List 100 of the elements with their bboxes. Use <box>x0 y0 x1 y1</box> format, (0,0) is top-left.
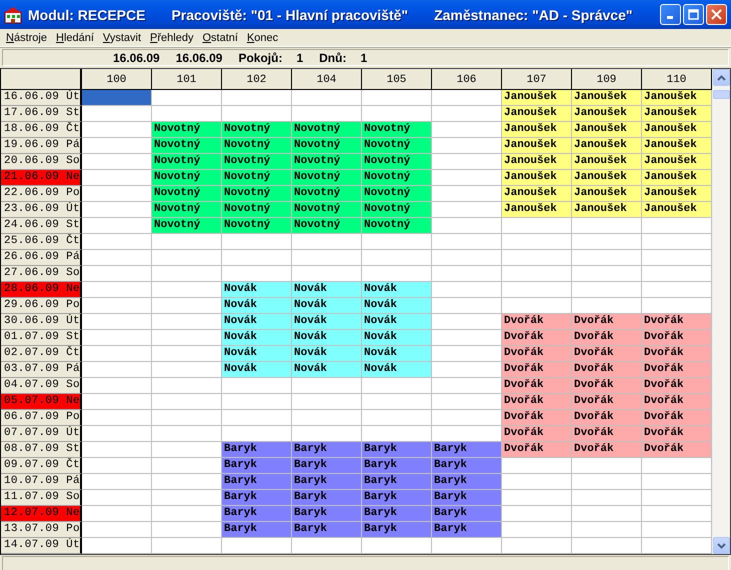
booking-cell[interactable]: Novotný <box>222 218 292 234</box>
table-cell[interactable] <box>362 394 432 410</box>
table-cell[interactable] <box>432 234 502 250</box>
table-cell[interactable] <box>82 506 152 522</box>
booking-cell[interactable]: Novotný <box>292 138 362 154</box>
table-cell[interactable] <box>502 538 572 554</box>
booking-cell[interactable]: Janoušek <box>502 122 572 138</box>
booking-cell[interactable]: Dvořák <box>572 442 642 458</box>
table-cell[interactable] <box>82 410 152 426</box>
booking-cell[interactable]: Novotný <box>292 218 362 234</box>
table-cell[interactable] <box>82 538 152 554</box>
booking-cell[interactable]: Novák <box>292 298 362 314</box>
booking-cell[interactable]: Novotný <box>292 122 362 138</box>
table-cell[interactable] <box>82 298 152 314</box>
booking-cell[interactable]: Dvořák <box>572 330 642 346</box>
booking-cell[interactable]: Janoušek <box>642 202 712 218</box>
booking-cell[interactable]: Dvořák <box>642 314 712 330</box>
booking-cell[interactable]: Janoušek <box>502 202 572 218</box>
booking-cell[interactable]: Novotný <box>152 186 222 202</box>
table-cell[interactable] <box>82 234 152 250</box>
booking-cell[interactable]: Baryk <box>222 522 292 538</box>
scroll-up-button[interactable] <box>713 69 730 86</box>
table-cell[interactable] <box>152 426 222 442</box>
booking-cell[interactable]: Janoušek <box>502 154 572 170</box>
booking-cell[interactable]: Janoušek <box>572 106 642 122</box>
booking-cell[interactable]: Dvořák <box>572 378 642 394</box>
booking-cell[interactable]: Janoušek <box>502 170 572 186</box>
scroll-down-button[interactable] <box>713 537 730 554</box>
table-cell[interactable] <box>82 394 152 410</box>
booking-cell[interactable]: Novotný <box>222 202 292 218</box>
booking-cell[interactable]: Novák <box>292 282 362 298</box>
table-cell[interactable] <box>152 266 222 282</box>
table-cell[interactable] <box>82 282 152 298</box>
table-cell[interactable] <box>292 234 362 250</box>
booking-cell[interactable]: Novák <box>222 330 292 346</box>
menu-item[interactable]: Ostatní <box>198 32 243 44</box>
table-cell[interactable] <box>432 298 502 314</box>
booking-cell[interactable]: Novotný <box>152 154 222 170</box>
table-cell[interactable] <box>152 394 222 410</box>
booking-cell[interactable]: Dvořák <box>642 442 712 458</box>
table-cell[interactable] <box>152 538 222 554</box>
table-cell[interactable] <box>292 378 362 394</box>
menu-item[interactable]: Konec <box>242 32 284 44</box>
booking-cell[interactable]: Baryk <box>432 474 502 490</box>
booking-cell[interactable]: Novák <box>222 282 292 298</box>
booking-cell[interactable]: Novotný <box>152 170 222 186</box>
booking-cell[interactable]: Dvořák <box>502 330 572 346</box>
booking-cell[interactable]: Baryk <box>292 458 362 474</box>
booking-cell[interactable]: Janoušek <box>642 122 712 138</box>
booking-cell[interactable]: Janoušek <box>502 186 572 202</box>
booking-cell[interactable]: Novotný <box>222 186 292 202</box>
table-cell[interactable] <box>432 282 502 298</box>
booking-cell[interactable]: Dvořák <box>502 378 572 394</box>
table-cell[interactable] <box>572 522 642 538</box>
table-cell[interactable] <box>82 250 152 266</box>
booking-cell[interactable]: Novotný <box>362 186 432 202</box>
table-cell[interactable] <box>82 266 152 282</box>
close-button[interactable] <box>706 4 727 25</box>
booking-cell[interactable]: Dvořák <box>572 362 642 378</box>
booking-cell[interactable]: Baryk <box>432 490 502 506</box>
booking-cell[interactable]: Novotný <box>292 186 362 202</box>
booking-cell[interactable]: Dvořák <box>502 442 572 458</box>
table-cell[interactable] <box>572 218 642 234</box>
booking-cell[interactable]: Baryk <box>362 490 432 506</box>
table-cell[interactable] <box>572 538 642 554</box>
booking-cell[interactable]: Novotný <box>222 170 292 186</box>
table-cell[interactable] <box>502 266 572 282</box>
table-cell[interactable] <box>502 522 572 538</box>
table-cell[interactable] <box>502 490 572 506</box>
table-cell[interactable] <box>502 250 572 266</box>
booking-cell[interactable]: Baryk <box>432 458 502 474</box>
table-cell[interactable] <box>82 442 152 458</box>
booking-cell[interactable]: Baryk <box>222 442 292 458</box>
booking-cell[interactable]: Baryk <box>362 506 432 522</box>
booking-cell[interactable]: Dvořák <box>642 378 712 394</box>
booking-cell[interactable]: Novotný <box>222 122 292 138</box>
booking-cell[interactable]: Novák <box>222 362 292 378</box>
booking-cell[interactable]: Novák <box>222 314 292 330</box>
booking-cell[interactable]: Janoušek <box>642 90 712 106</box>
booking-cell[interactable]: Novák <box>292 314 362 330</box>
booking-cell[interactable]: Dvořák <box>502 426 572 442</box>
booking-cell[interactable]: Novák <box>292 330 362 346</box>
table-cell[interactable] <box>222 410 292 426</box>
table-cell[interactable] <box>152 410 222 426</box>
booking-cell[interactable]: Dvořák <box>502 346 572 362</box>
booking-cell[interactable]: Janoušek <box>572 154 642 170</box>
minimize-button[interactable] <box>660 4 681 25</box>
booking-cell[interactable]: Janoušek <box>572 90 642 106</box>
table-cell[interactable] <box>502 474 572 490</box>
booking-cell[interactable]: Baryk <box>292 522 362 538</box>
booking-cell[interactable]: Baryk <box>222 458 292 474</box>
table-cell[interactable] <box>222 90 292 106</box>
table-cell[interactable] <box>572 490 642 506</box>
table-cell[interactable] <box>82 106 152 122</box>
table-cell[interactable] <box>292 250 362 266</box>
table-cell[interactable] <box>572 474 642 490</box>
table-cell[interactable] <box>362 378 432 394</box>
table-cell[interactable] <box>572 506 642 522</box>
table-cell[interactable] <box>572 458 642 474</box>
booking-cell[interactable]: Novák <box>362 346 432 362</box>
